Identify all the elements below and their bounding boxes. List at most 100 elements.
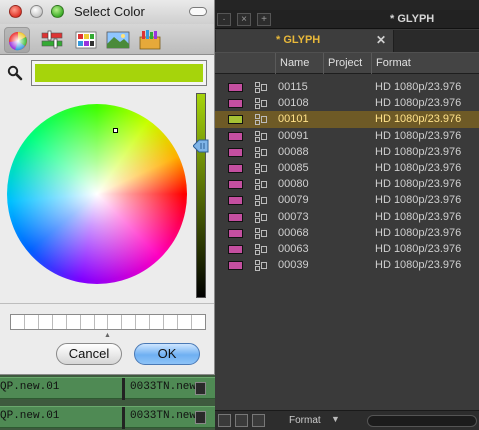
bin-clip-row[interactable]: 00039 HD 1080p/23.976 xyxy=(215,257,479,274)
list-view-icon[interactable] xyxy=(235,414,248,427)
clip-color-swatch xyxy=(228,131,243,141)
swatch-slot[interactable] xyxy=(67,315,81,329)
swatch-slot[interactable] xyxy=(136,315,151,329)
zoom-window-button[interactable] xyxy=(51,5,64,18)
master-clip-icon xyxy=(255,82,267,93)
bin-window-title: * GLYPH xyxy=(390,13,435,25)
clip-name: 00115 xyxy=(278,81,308,93)
swatch-slot[interactable] xyxy=(108,315,123,329)
clip-color-swatch xyxy=(228,228,243,238)
clip-name: 00088 xyxy=(278,145,309,158)
column-header-format[interactable]: Format xyxy=(372,53,479,74)
bin-close-x-button[interactable]: × xyxy=(237,13,251,26)
swatch-slot[interactable] xyxy=(81,315,95,329)
master-clip-icon xyxy=(255,146,267,158)
master-clip-icon xyxy=(255,98,267,110)
chevron-down-icon[interactable]: ▼ xyxy=(331,414,340,424)
color-mode-toolbar xyxy=(0,24,214,55)
color-wheel[interactable] xyxy=(7,104,187,284)
bin-view-select[interactable]: Format xyxy=(289,415,321,426)
timeline-clip-left: QP.new.01 xyxy=(0,381,60,393)
clip-name: 00073 xyxy=(278,210,309,223)
clip-name: 00085 xyxy=(278,162,309,174)
clip-format: HD 1080p/23.976 xyxy=(375,97,462,110)
swatch-slot[interactable] xyxy=(11,315,25,329)
color-wheel-cursor[interactable] xyxy=(113,128,118,133)
swatch-tray-handle-icon[interactable]: ▲ xyxy=(104,332,111,339)
clip-name: 00068 xyxy=(278,226,309,239)
swatch-slot[interactable] xyxy=(95,315,109,329)
bin-clip-row[interactable]: 00079 HD 1080p/23.976 xyxy=(215,192,479,209)
bin-column-header: Name Project Format xyxy=(215,52,479,74)
bin-clip-row[interactable]: 00108 HD 1080p/23.976 xyxy=(215,95,479,112)
clip-name: 00079 xyxy=(278,194,309,207)
color-sliders-mode-button[interactable] xyxy=(39,27,65,53)
swatch-slot[interactable] xyxy=(39,315,53,329)
swatch-slot[interactable] xyxy=(122,315,137,329)
swatch-slot[interactable] xyxy=(178,315,192,329)
bin-window: · × + * GLYPH * GLYPH ✕ Name Project For… xyxy=(215,0,479,430)
swatch-slot[interactable] xyxy=(150,315,165,329)
bin-menu-icon[interactable] xyxy=(252,414,265,427)
swatch-slot[interactable] xyxy=(25,315,39,329)
bin-clip-row[interactable]: 00091 HD 1080p/23.976 xyxy=(215,128,479,145)
clip-format: HD 1080p/23.976 xyxy=(375,243,462,255)
timeline-track[interactable]: QP.new.01 0033TN.new xyxy=(0,377,215,400)
panel-divider xyxy=(0,303,214,304)
brightness-slider-knob[interactable] xyxy=(193,139,209,153)
column-header-name[interactable]: Name xyxy=(276,53,324,74)
column-header-project[interactable]: Project xyxy=(324,53,372,74)
bin-clip-row[interactable]: 00101 HD 1080p/23.976 xyxy=(215,111,479,129)
color-palettes-mode-button[interactable] xyxy=(73,27,99,53)
bin-horizontal-scrollbar[interactable] xyxy=(367,415,477,427)
master-clip-icon xyxy=(255,114,267,126)
bin-bottom-bar: Format ▼ xyxy=(215,410,479,430)
current-color-fill xyxy=(35,64,203,82)
bin-clip-row[interactable]: 00085 HD 1080p/23.976 xyxy=(215,160,479,177)
bin-add-button[interactable]: + xyxy=(257,13,271,26)
clip-format: HD 1080p/23.976 xyxy=(375,113,462,126)
clip-format: HD 1080p/23.976 xyxy=(375,81,462,93)
toolbar-toggle-button[interactable] xyxy=(189,7,207,16)
bin-clip-row[interactable]: 00063 HD 1080p/23.976 xyxy=(215,241,479,258)
image-palettes-mode-button[interactable] xyxy=(105,27,131,53)
bin-clip-row[interactable]: 00080 HD 1080p/23.976 xyxy=(215,176,479,193)
bin-close-button[interactable]: · xyxy=(217,13,231,26)
swatch-slot[interactable] xyxy=(164,315,179,329)
bin-clip-row[interactable]: 00068 HD 1080p/23.976 xyxy=(215,225,479,242)
minimize-window-button[interactable] xyxy=(30,5,43,18)
crayons-mode-button[interactable] xyxy=(137,27,163,53)
cancel-button[interactable]: Cancel xyxy=(56,343,122,365)
timeline-clip-right: 0033TN.new xyxy=(130,410,197,422)
brightness-slider[interactable] xyxy=(196,93,206,298)
color-wheel-mode-button[interactable] xyxy=(4,27,30,53)
close-window-button[interactable] xyxy=(9,5,22,18)
bin-tab-row: * GLYPH ✕ xyxy=(215,30,479,52)
swatch-slot[interactable] xyxy=(53,315,67,329)
clip-color-swatch xyxy=(228,147,243,157)
clip-name: 00108 xyxy=(278,97,309,110)
clip-name: 00039 xyxy=(278,259,309,272)
bin-top-strip xyxy=(215,0,479,10)
tab-close-icon[interactable]: ✕ xyxy=(376,33,386,47)
column-header-icons[interactable] xyxy=(215,53,276,74)
master-clip-icon xyxy=(255,211,267,223)
bin-clip-row[interactable]: 00088 HD 1080p/23.976 xyxy=(215,144,479,161)
swatch-tray[interactable] xyxy=(10,314,206,330)
clip-color-swatch xyxy=(228,261,243,271)
clip-name: 00080 xyxy=(278,178,309,191)
magnifier-icon[interactable] xyxy=(7,65,23,81)
frame-view-icon[interactable] xyxy=(218,414,231,427)
clip-format: HD 1080p/23.976 xyxy=(375,129,462,142)
clip-color-swatch xyxy=(228,245,243,254)
current-color-swatch[interactable] xyxy=(31,60,207,86)
clip-color-swatch xyxy=(228,196,243,206)
tab-glyph[interactable]: * GLYPH ✕ xyxy=(216,30,394,52)
timeline-edit-point xyxy=(122,407,125,429)
bin-clip-row[interactable]: 00073 HD 1080p/23.976 xyxy=(215,209,479,226)
timeline-track[interactable]: QP.new.01 0033TN.new xyxy=(0,406,215,429)
clip-format: HD 1080p/23.976 xyxy=(375,226,462,239)
swatch-slot[interactable] xyxy=(192,315,205,329)
ok-button[interactable]: OK xyxy=(134,343,200,365)
bin-clip-row[interactable]: 00115 HD 1080p/23.976 xyxy=(215,79,479,96)
